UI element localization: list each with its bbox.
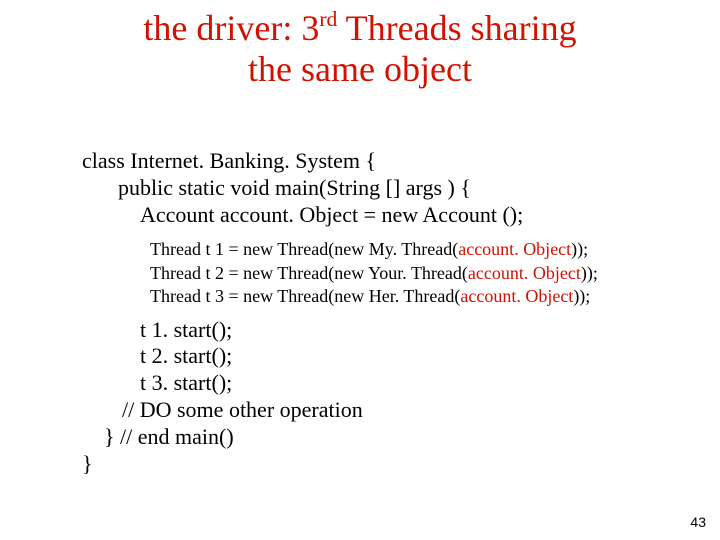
thread2-suffix: )); — [581, 263, 598, 283]
thread2-arg: account. Object — [468, 263, 581, 283]
page-number: 43 — [690, 514, 706, 530]
title-line2: the same object — [248, 49, 472, 89]
title-pre: the driver: 3 — [143, 8, 319, 48]
slide: the driver: 3rd Threads sharing the same… — [0, 0, 720, 540]
code-comment: // DO some other operation — [122, 397, 662, 424]
code-line: t 1. start(); — [140, 317, 662, 344]
thread3-arg: account. Object — [460, 286, 573, 306]
code-line: t 2. start(); — [140, 343, 662, 370]
code-line: t 3. start(); — [140, 370, 662, 397]
thread-init-block: Thread t 1 = new Thread(new My. Thread(a… — [150, 238, 662, 308]
code-line: } // end main() — [104, 424, 662, 451]
code-line: Account account. Object = new Account ()… — [140, 202, 662, 229]
code-line: Thread t 1 = new Thread(new My. Thread(a… — [150, 238, 662, 261]
code-line: class Internet. Banking. System { — [82, 148, 662, 175]
thread1-suffix: )); — [571, 239, 588, 259]
start-block: t 1. start(); t 2. start(); t 3. start()… — [82, 317, 662, 478]
title-post: Threads sharing — [337, 8, 576, 48]
code-line: } — [82, 451, 662, 478]
title-superscript: rd — [319, 7, 337, 31]
thread2-prefix: Thread t 2 = new Thread(new Your. Thread… — [150, 263, 468, 283]
thread1-prefix: Thread t 1 = new Thread(new My. Thread( — [150, 239, 458, 259]
code-line: Thread t 3 = new Thread(new Her. Thread(… — [150, 285, 662, 308]
code-block: class Internet. Banking. System { public… — [82, 148, 662, 478]
code-line: public static void main(String [] args )… — [118, 175, 662, 202]
thread3-suffix: )); — [573, 286, 590, 306]
code-line: Thread t 2 = new Thread(new Your. Thread… — [150, 262, 662, 285]
slide-title: the driver: 3rd Threads sharing the same… — [0, 8, 720, 91]
thread3-prefix: Thread t 3 = new Thread(new Her. Thread( — [150, 286, 460, 306]
thread1-arg: account. Object — [458, 239, 571, 259]
